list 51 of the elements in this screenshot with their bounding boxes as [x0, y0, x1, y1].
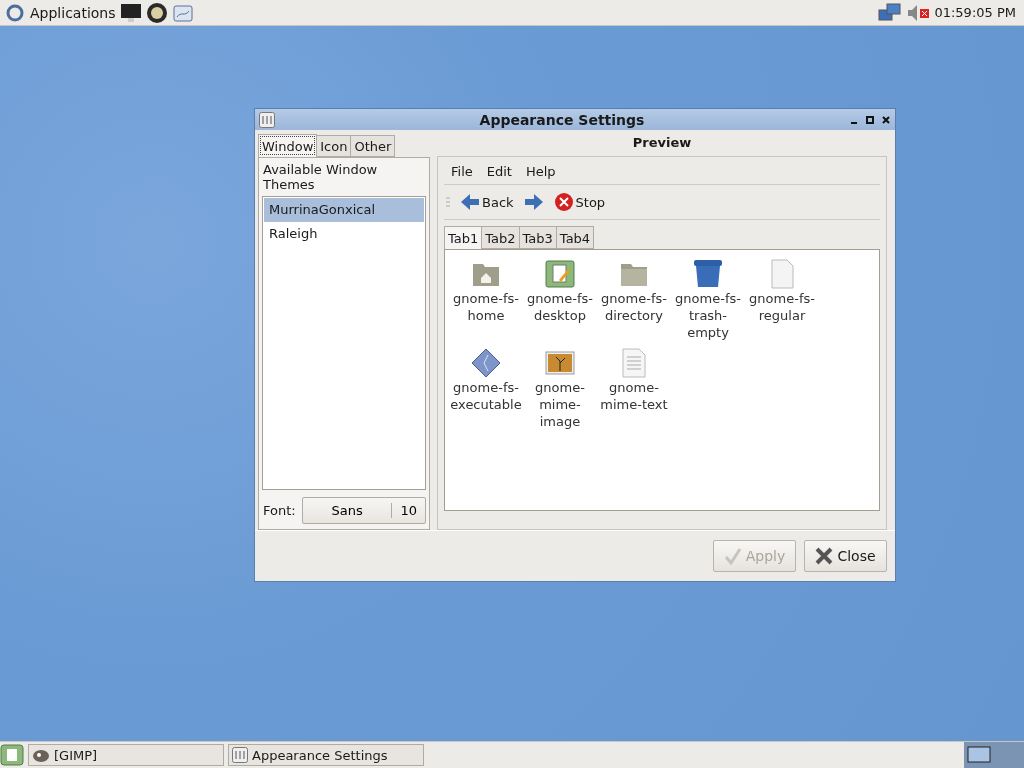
tab[interactable]: Window: [258, 134, 318, 157]
list-header: Available Window Themes: [262, 161, 379, 193]
icon-label[interactable]: gnome-mime-text: [597, 379, 671, 413]
icon-label[interactable]: gnome-mime-image: [523, 379, 597, 430]
tab[interactable]: Tab1: [444, 226, 483, 249]
tab[interactable]: Tab4: [555, 226, 595, 249]
stop-button[interactable]: Stop: [549, 192, 610, 212]
taskbar-button[interactable]: Appearance Settings: [228, 744, 424, 766]
x-icon: [815, 547, 834, 565]
back-button[interactable]: Back: [456, 192, 518, 212]
menu-item[interactable]: Edit: [486, 164, 512, 179]
close-button[interactable]: Close: [804, 540, 887, 572]
window-menu-icon[interactable]: [259, 111, 275, 128]
preview-title: Preview: [631, 135, 693, 152]
icon-label[interactable]: gnome-fs-executable: [449, 379, 523, 413]
icon-label[interactable]: gnome-fs-home: [449, 290, 523, 324]
icon-label[interactable]: gnome-fs-regular: [745, 290, 819, 324]
toolbar-grip-icon: [446, 197, 450, 207]
monitor-icon[interactable]: [119, 2, 142, 23]
menu-item[interactable]: File: [451, 164, 473, 179]
icon-label[interactable]: gnome-fs-desktop: [523, 290, 597, 324]
tab[interactable]: Icon: [316, 135, 352, 157]
icon-label[interactable]: gnome-fs-directory: [597, 290, 671, 324]
trash-icon: [692, 258, 724, 290]
menu-item[interactable]: Help: [525, 164, 556, 179]
theme-item[interactable]: MurrinaGonxical: [264, 198, 424, 222]
window-menu-icon: [232, 747, 248, 763]
desktop-icon: [544, 258, 576, 290]
tab[interactable]: Tab3: [518, 226, 557, 249]
workspace-switcher-icon[interactable]: [964, 742, 1024, 768]
animal-icon: [32, 747, 50, 763]
window-title: Appearance Settings: [478, 111, 646, 128]
close-icon[interactable]: [881, 114, 891, 125]
stop-icon: [553, 192, 574, 212]
font-label: Font:: [263, 503, 296, 518]
right-arrow-icon[interactable]: [523, 192, 544, 212]
taskbar-button[interactable]: [GIMP]: [28, 744, 224, 766]
left-arrow-icon: [460, 192, 480, 212]
check-icon: [723, 547, 742, 565]
show-desktop-icon[interactable]: [0, 744, 24, 766]
icon-label[interactable]: gnome-fs-trash-empty: [671, 290, 745, 341]
diamond-icon: [470, 347, 502, 379]
theme-item[interactable]: Raleigh: [264, 222, 424, 246]
tab[interactable]: Other: [350, 135, 396, 157]
applications-menu[interactable]: Applications: [30, 4, 116, 21]
badge-icon[interactable]: [145, 1, 168, 24]
network-icon[interactable]: [878, 1, 903, 24]
font-button[interactable]: Sans 10: [301, 497, 426, 524]
tab[interactable]: Tab2: [481, 226, 520, 249]
maximize-icon[interactable]: [865, 114, 875, 125]
clock[interactable]: 01:59:05 PM: [934, 5, 1020, 20]
